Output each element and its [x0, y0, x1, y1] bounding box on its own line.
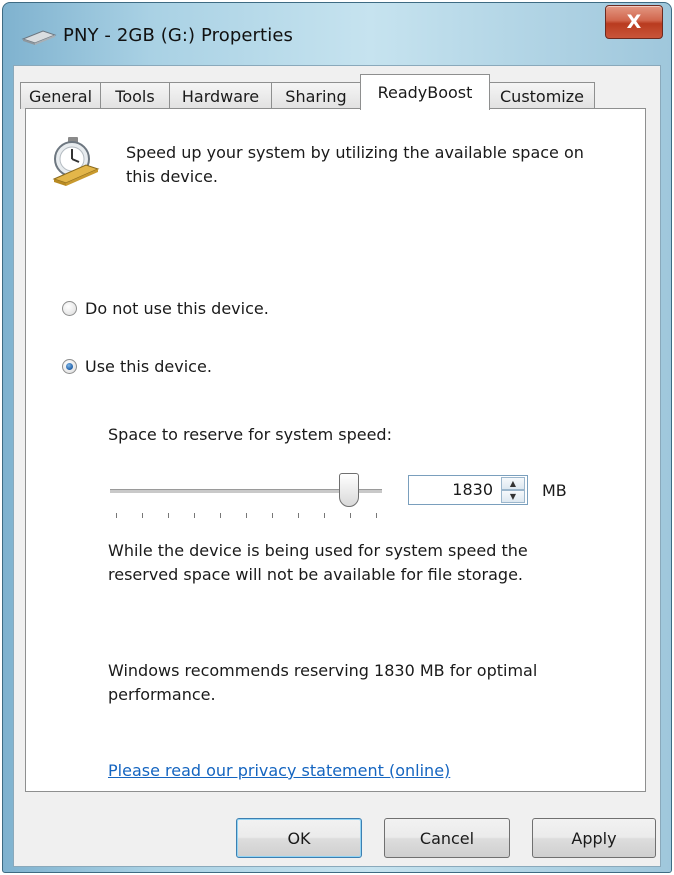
- radio-use-device[interactable]: [62, 359, 77, 374]
- spin-up-button[interactable]: ▲: [501, 477, 525, 490]
- title-bar[interactable]: PNY - 2GB (G:) Properties X: [3, 3, 671, 71]
- option-do-not-use[interactable]: Do not use this device.: [62, 299, 269, 318]
- arrow-up-icon: ▲: [509, 479, 517, 488]
- privacy-statement-link[interactable]: Please read our privacy statement (onlin…: [108, 761, 450, 780]
- tab-customize[interactable]: Customize: [489, 82, 595, 109]
- reserve-spinbox[interactable]: 1830 ▲ ▼: [408, 475, 528, 505]
- tab-readyboost[interactable]: ReadyBoost: [360, 74, 490, 110]
- reserve-slider[interactable]: [106, 467, 396, 519]
- reserve-value[interactable]: 1830: [409, 476, 499, 504]
- spin-down-button[interactable]: ▼: [501, 490, 525, 503]
- unit-label: MB: [542, 481, 567, 500]
- option-use-device[interactable]: Use this device.: [62, 357, 212, 376]
- tab-hardware[interactable]: Hardware: [169, 82, 272, 109]
- cancel-button[interactable]: Cancel: [384, 818, 510, 858]
- close-icon: X: [626, 11, 642, 33]
- slider-thumb[interactable]: [339, 473, 360, 507]
- readyboost-panel: Speed up your system by utilizing the av…: [25, 108, 646, 792]
- usb-drive-icon: [21, 25, 57, 47]
- radio-do-not-use[interactable]: [62, 301, 77, 316]
- dialog-body: General Tools Hardware Sharing ReadyBoos…: [13, 65, 661, 867]
- option-label: Do not use this device.: [85, 299, 269, 318]
- window-title: PNY - 2GB (G:) Properties: [63, 25, 293, 46]
- recommendation-text: Windows recommends reserving 1830 MB for…: [108, 661, 538, 704]
- storage-note: While the device is being used for syste…: [108, 541, 528, 584]
- tab-sharing[interactable]: Sharing: [271, 82, 361, 109]
- readyboost-stopwatch-icon: [48, 135, 104, 191]
- option-label: Use this device.: [85, 357, 212, 376]
- properties-window: PNY - 2GB (G:) Properties X General Tool…: [2, 2, 672, 873]
- tab-strip: General Tools Hardware Sharing ReadyBoos…: [14, 66, 660, 110]
- tab-general[interactable]: General: [20, 82, 101, 109]
- tab-tools[interactable]: Tools: [100, 82, 170, 109]
- readyboost-intro: Speed up your system by utilizing the av…: [126, 143, 584, 186]
- close-button[interactable]: X: [605, 5, 663, 39]
- reserve-label: Space to reserve for system speed:: [108, 425, 392, 444]
- ok-button[interactable]: OK: [236, 818, 362, 858]
- apply-button[interactable]: Apply: [532, 818, 656, 858]
- arrow-down-icon: ▼: [509, 492, 517, 501]
